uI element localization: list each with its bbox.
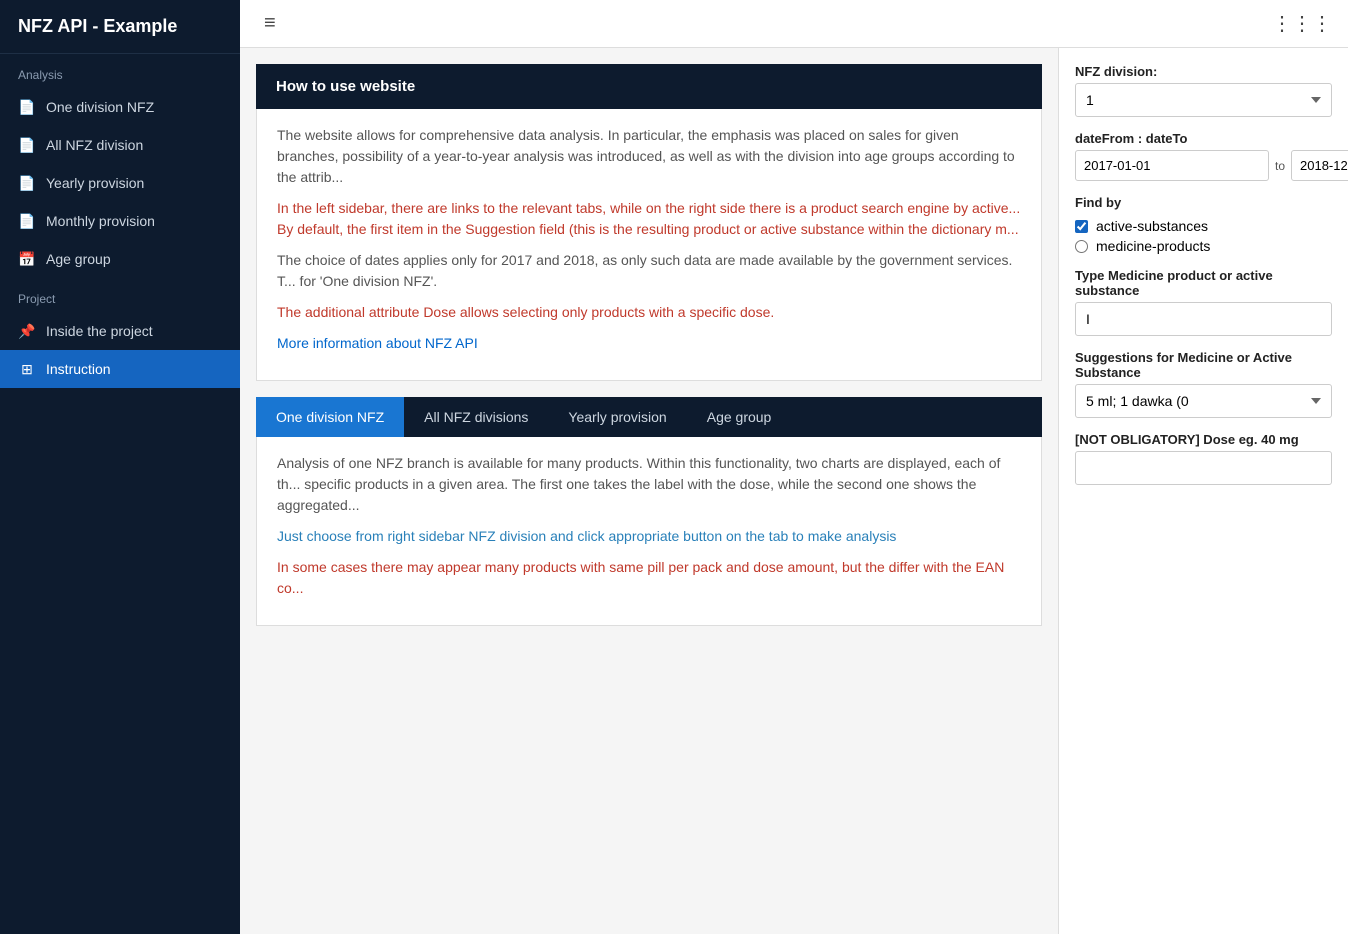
sidebar-label: All NFZ division (46, 137, 143, 153)
intro-para-2: In the left sidebar, there are links to … (277, 198, 1021, 240)
medicine-products-radio[interactable] (1075, 240, 1088, 253)
tab-yearly-provision[interactable]: Yearly provision (548, 397, 686, 437)
medicine-products-option[interactable]: medicine-products (1075, 238, 1332, 254)
active-substances-label: active-substances (1096, 218, 1208, 234)
tab-one-division-nfz[interactable]: One division NFZ (256, 397, 404, 437)
suggestions-select[interactable]: 5 ml; 1 dawka (0 (1075, 384, 1332, 418)
sidebar-item-monthly-provision[interactable]: 📄 Monthly provision (0, 202, 240, 240)
type-medicine-label: Type Medicine product or active substanc… (1075, 268, 1332, 298)
tab-para-2: Just choose from right sidebar NFZ divis… (277, 526, 1021, 547)
intro-text-box: The website allows for comprehensive dat… (256, 109, 1042, 381)
pin-icon: 📌 (18, 322, 36, 340)
document-icon: 📄 (18, 174, 36, 192)
tab-para-1: Analysis of one NFZ branch is available … (277, 453, 1021, 516)
sidebar-item-instruction[interactable]: ⊞ Instruction (0, 350, 240, 388)
nfz-division-label: NFZ division: (1075, 64, 1332, 79)
tab-para-3: In some cases there may appear many prod… (277, 557, 1021, 599)
right-panel: NFZ division: 1 2 3 4 5 dateFrom : dateT… (1058, 48, 1348, 934)
date-to-word: to (1275, 159, 1285, 173)
sidebar-label: Inside the project (46, 323, 153, 339)
dose-input[interactable] (1075, 451, 1332, 485)
sidebar-item-age-group[interactable]: 📅 Age group (0, 240, 240, 278)
sidebar-item-one-division-nfz[interactable]: 📄 One division NFZ (0, 88, 240, 126)
nfz-division-section: NFZ division: 1 2 3 4 5 (1075, 64, 1332, 117)
sidebar-item-all-nfz-division[interactable]: 📄 All NFZ division (0, 126, 240, 164)
active-substances-option[interactable]: active-substances (1075, 218, 1332, 234)
medicine-products-label: medicine-products (1096, 238, 1210, 254)
sidebar-label: Age group (46, 251, 111, 267)
app-title: NFZ API - Example (0, 0, 240, 54)
document-icon: 📄 (18, 212, 36, 230)
analysis-section-label: Analysis (0, 54, 240, 88)
sidebar-label: Instruction (46, 361, 111, 377)
project-section-label: Project (0, 278, 240, 312)
find-by-section: Find by active-substances medicine-produ… (1075, 195, 1332, 254)
how-to-header: How to use website (256, 64, 1042, 109)
suggestions-label: Suggestions for Medicine or Active Subst… (1075, 350, 1332, 380)
topbar: ≡ ⋮⋮⋮ (240, 0, 1348, 48)
nfz-division-select[interactable]: 1 2 3 4 5 (1075, 83, 1332, 117)
document-icon: 📄 (18, 136, 36, 154)
tab-content-box: Analysis of one NFZ branch is available … (256, 437, 1042, 626)
date-from-input[interactable] (1075, 150, 1269, 181)
center-content: How to use website The website allows fo… (240, 48, 1058, 934)
calendar-icon: 📅 (18, 250, 36, 268)
document-icon: 📄 (18, 98, 36, 116)
date-to-input[interactable] (1291, 150, 1348, 181)
grid-icon: ⊞ (18, 360, 36, 378)
sidebar-label: Yearly provision (46, 175, 144, 191)
date-row: to (1075, 150, 1332, 181)
intro-para-1: The website allows for comprehensive dat… (277, 125, 1021, 188)
main-area: ≡ ⋮⋮⋮ How to use website The website all… (240, 0, 1348, 934)
content-area: How to use website The website allows fo… (240, 48, 1348, 934)
dose-section: [NOT OBLIGATORY] Dose eg. 40 mg (1075, 432, 1332, 485)
grid-apps-button[interactable]: ⋮⋮⋮ (1272, 11, 1332, 36)
date-label: dateFrom : dateTo (1075, 131, 1332, 146)
suggestions-section: Suggestions for Medicine or Active Subst… (1075, 350, 1332, 418)
sidebar-label: Monthly provision (46, 213, 155, 229)
type-medicine-section: Type Medicine product or active substanc… (1075, 268, 1332, 336)
tab-age-group[interactable]: Age group (687, 397, 792, 437)
sidebar-item-inside-the-project[interactable]: 📌 Inside the project (0, 312, 240, 350)
find-by-label: Find by (1075, 195, 1332, 210)
tab-all-nfz-divisions[interactable]: All NFZ divisions (404, 397, 548, 437)
sidebar-label: One division NFZ (46, 99, 154, 115)
hamburger-button[interactable]: ≡ (256, 8, 284, 39)
how-to-title: How to use website (276, 78, 415, 95)
sidebar: NFZ API - Example Analysis 📄 One divisio… (0, 0, 240, 934)
tabs-row: One division NFZ All NFZ divisions Yearl… (256, 397, 1042, 437)
dose-label: [NOT OBLIGATORY] Dose eg. 40 mg (1075, 432, 1332, 447)
sidebar-item-yearly-provision[interactable]: 📄 Yearly provision (0, 164, 240, 202)
more-info-link[interactable]: More information about NFZ API (277, 335, 478, 351)
intro-para-4: The additional attribute Dose allows sel… (277, 302, 1021, 323)
date-section: dateFrom : dateTo to (1075, 131, 1332, 181)
type-medicine-input[interactable] (1075, 302, 1332, 336)
intro-para-3: The choice of dates applies only for 201… (277, 250, 1021, 292)
active-substances-checkbox[interactable] (1075, 220, 1088, 233)
